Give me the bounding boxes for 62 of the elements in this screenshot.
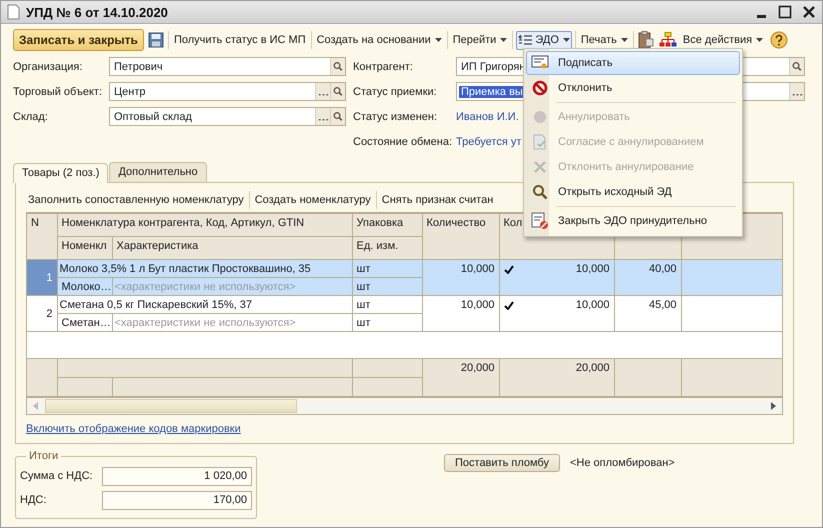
save-and-close-button[interactable]: Записать и закрыть: [13, 29, 144, 51]
table-cell: 10,000: [422, 296, 500, 332]
table-cell: Молоко 3,5% 1 л Бут пластик Простоквашино, 35: [57, 260, 352, 278]
column-header: Количество: [422, 214, 500, 260]
window-title: УПД № 6 от 14.10.2020: [26, 4, 168, 20]
row-number: 2: [27, 296, 57, 332]
field-label: Сумма с НДС:: [20, 470, 94, 482]
table-cell: 10,000: [422, 260, 500, 296]
total-field: 170,00: [102, 490, 252, 510]
field-label: Статус изменен:: [353, 110, 438, 122]
column-header: Номенкл: [57, 236, 112, 260]
row-number: 1: [27, 260, 57, 296]
marking-codes-link[interactable]: Включить отображение кодов маркировки: [26, 423, 241, 435]
input-field[interactable]: Оптовый склад: [109, 107, 346, 126]
edo-menu-button[interactable]: ЭДО: [516, 30, 572, 50]
toolbar-button[interactable]: Создать номенклатуру: [252, 191, 373, 209]
table-cell: <характеристики не используются>: [112, 278, 352, 296]
table-cell: Сметана 0,5 кг Пискаревский 15%, 37: [57, 296, 352, 314]
group-title: Итоги: [28, 450, 60, 462]
toolbar-menu-button[interactable]: Перейти: [450, 31, 510, 49]
table-cell: шт: [352, 260, 422, 278]
toolbar-menu-button[interactable]: Создать на основании: [314, 31, 444, 49]
table-cell: Сметан…: [57, 314, 112, 332]
column-header: Упаковка: [352, 214, 422, 236]
column-header: Ед. изм.: [352, 236, 422, 260]
column-header: Номенклатура контрагента, Код, Артикул, GTIN: [57, 214, 352, 236]
toolbar-button[interactable]: Заполнить сопоставленную номенклатуру: [26, 191, 246, 209]
table-cell: 45,00: [614, 296, 682, 332]
field-label: Состояние обмена:: [353, 136, 454, 148]
table-cell: 10,000: [576, 263, 610, 275]
menu-item[interactable]: Отклонить: [526, 76, 740, 100]
toolbar-menu-button[interactable]: Печать: [578, 31, 630, 49]
field-label: НДС:: [20, 494, 48, 506]
status-link[interactable]: Требуется ут: [456, 136, 522, 148]
column-header: Характеристика: [112, 236, 352, 260]
table-cell: Молоко…: [57, 278, 112, 296]
toolbar-button[interactable]: Получить статус в ИС МП: [172, 31, 308, 49]
field-label: Статус приемки:: [353, 86, 438, 98]
input-field[interactable]: Центр: [109, 82, 346, 101]
field-label: Организация:: [13, 60, 84, 72]
table-cell: 40,00: [614, 260, 682, 296]
total-field: 1 020,00: [102, 466, 252, 486]
tab[interactable]: Товары (2 поз.): [13, 163, 108, 183]
table-cell: шт: [352, 278, 422, 296]
seal-button[interactable]: Поставить пломбу: [444, 454, 560, 472]
status-link[interactable]: Иванов И.И.: [456, 110, 519, 122]
toolbar-button[interactable]: Снять признак считан: [380, 191, 496, 209]
table-cell: 10,000: [576, 299, 610, 311]
total-cell: 20,000: [422, 358, 500, 396]
total-cell: 20,000: [499, 358, 614, 396]
field-label: Склад:: [13, 110, 49, 122]
table-cell: <характеристики не используются>: [112, 314, 352, 332]
field-label: Контрагент:: [353, 60, 414, 72]
field-label: Торговый объект:: [13, 86, 104, 98]
menu-item[interactable]: Открыть исходный ЭД: [526, 180, 740, 204]
toolbar-menu-button[interactable]: Все действия: [680, 31, 766, 49]
table-cell: шт: [352, 296, 422, 314]
input-field[interactable]: Петрович: [109, 57, 346, 76]
tab[interactable]: Дополнительно: [109, 162, 207, 182]
seal-status: <Не опломбирован>: [570, 457, 675, 469]
column-header: N: [27, 214, 57, 260]
menu-item[interactable]: Подписать: [526, 51, 740, 75]
